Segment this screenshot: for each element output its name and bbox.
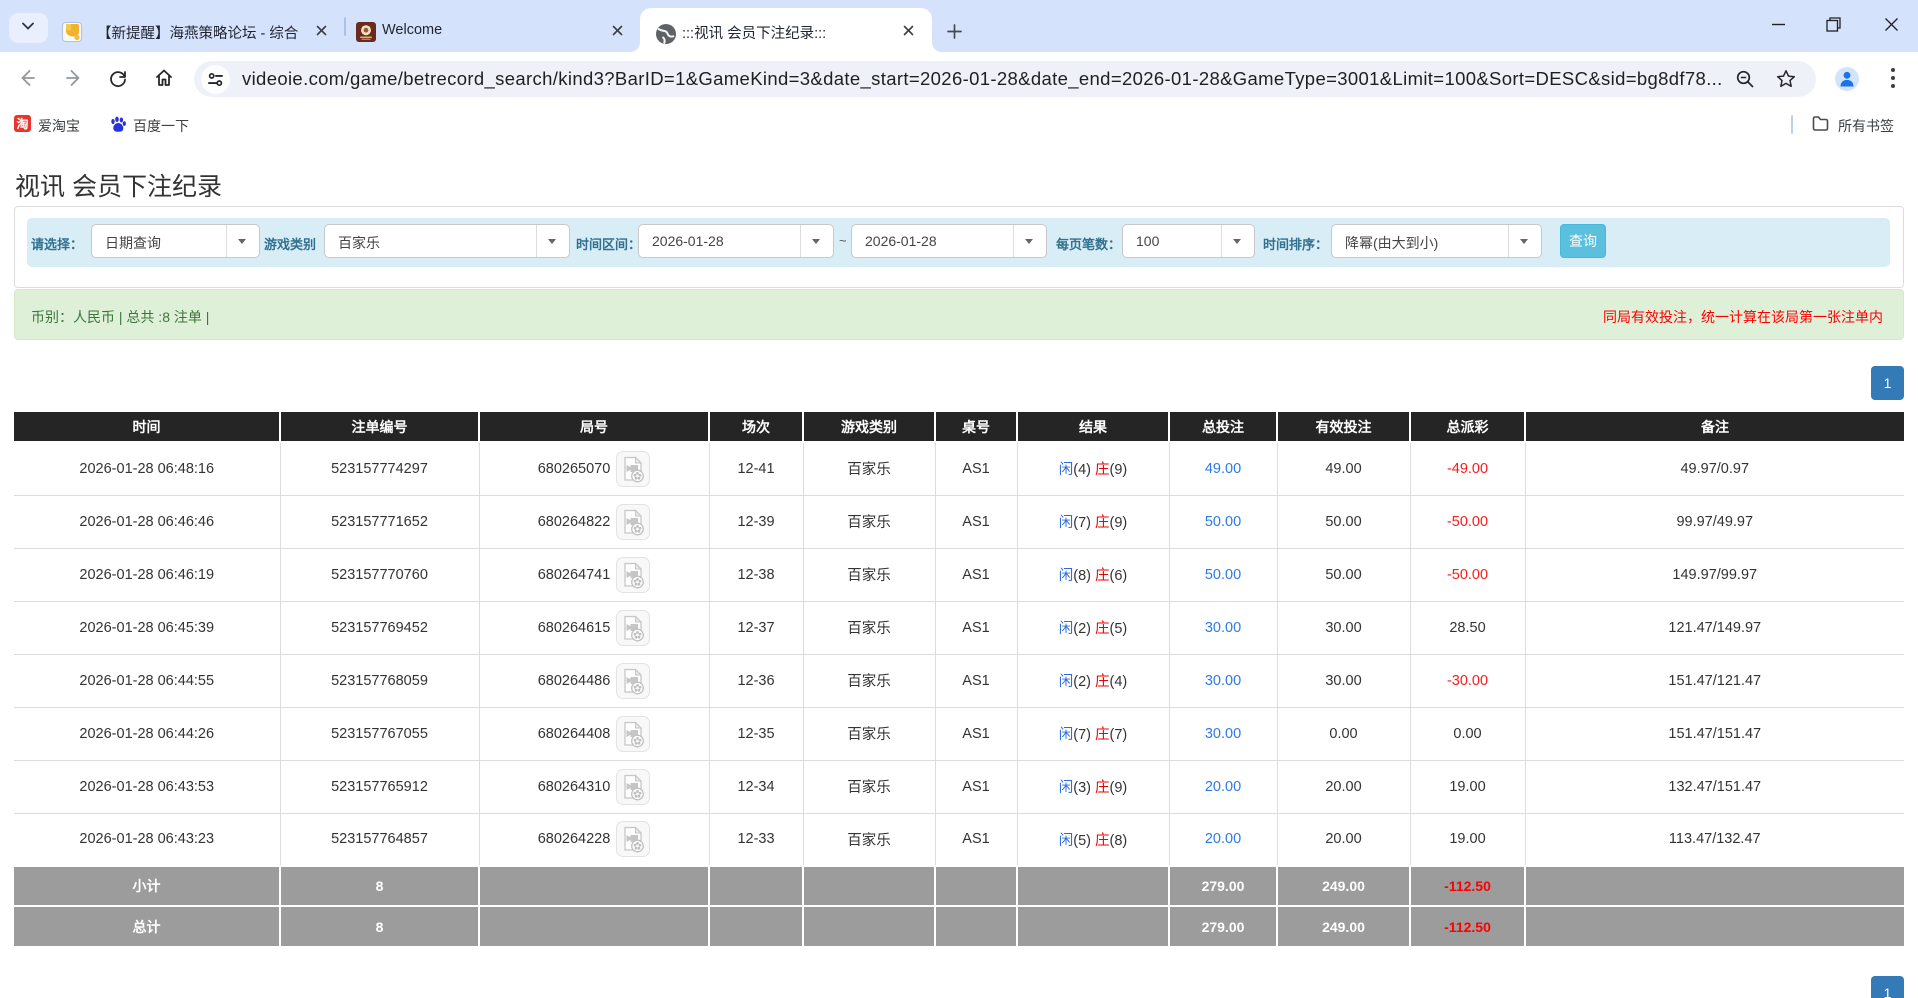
svg-text:淘: 淘 <box>16 116 28 131</box>
